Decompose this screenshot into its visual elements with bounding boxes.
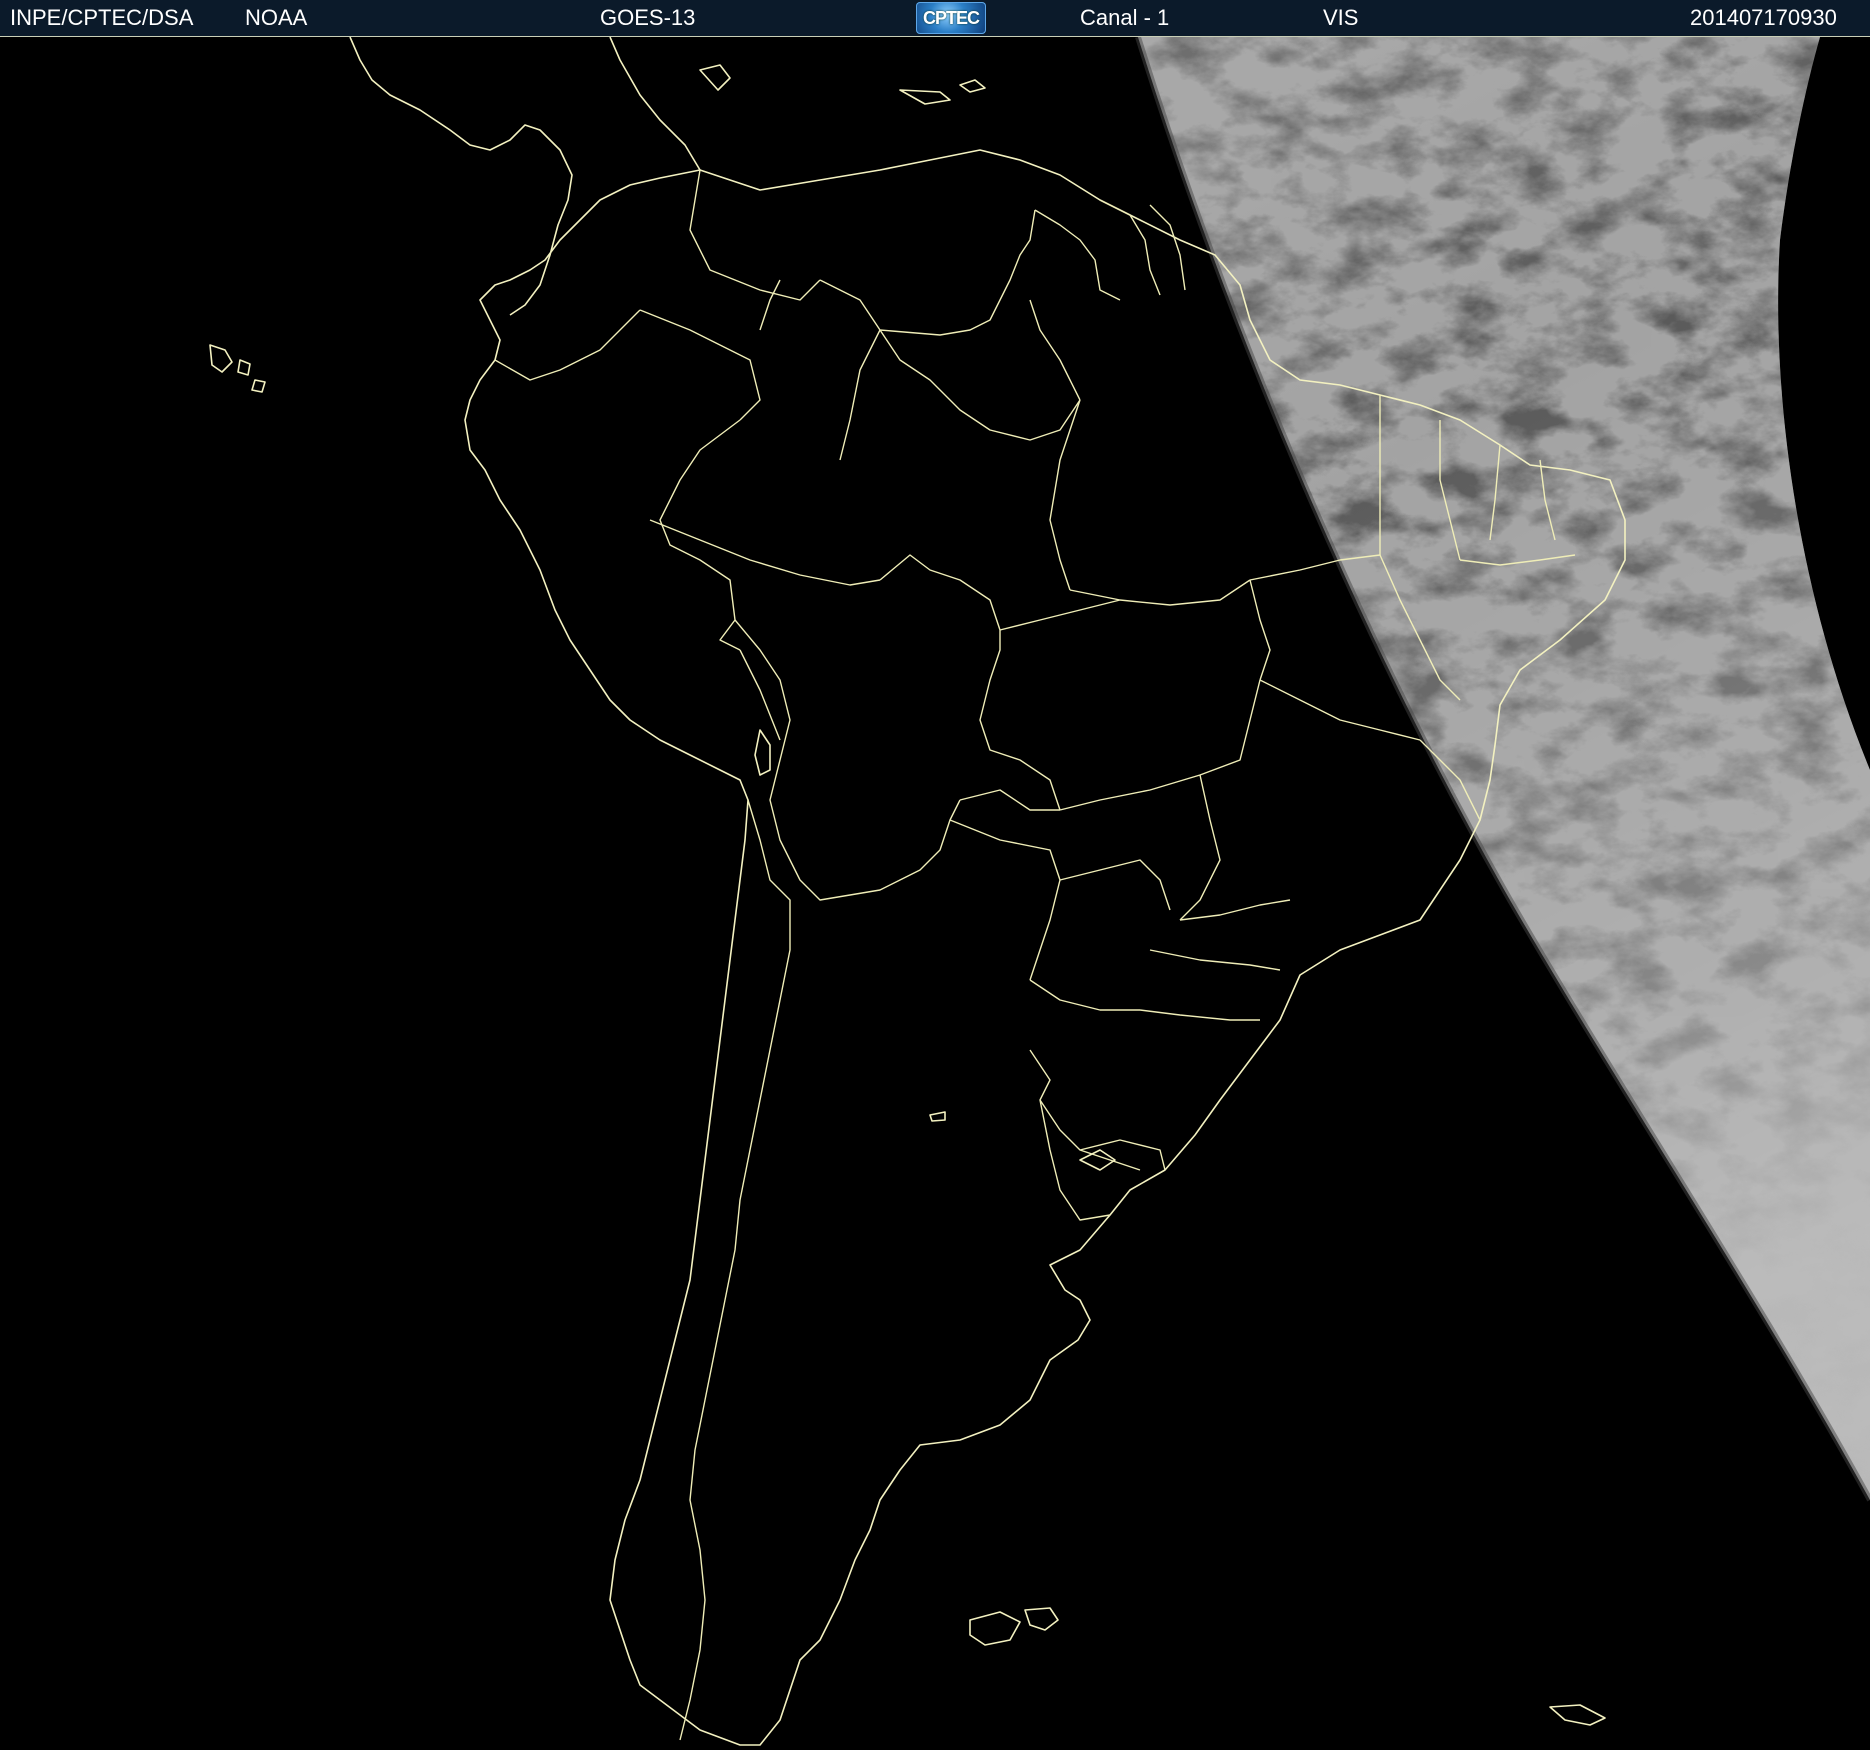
header-bar: INPE/CPTEC/DSA NOAA GOES-13 CPTEC Canal …	[0, 0, 1870, 37]
satellite-image	[0, 37, 1870, 1750]
channel-label: Canal - 1	[1080, 5, 1170, 30]
cptec-logo-icon: CPTEC	[916, 2, 986, 34]
day-side-region	[1135, 37, 1870, 1502]
map-canvas	[209, 37, 1870, 1746]
satellite-label: GOES-13	[600, 5, 696, 30]
lakes	[754, 729, 1116, 1171]
agency-label: NOAA	[245, 5, 308, 30]
band-label: VIS	[1323, 5, 1359, 30]
logo-text: CPTEC	[922, 8, 980, 28]
timestamp-label: 201407170930	[1690, 5, 1837, 30]
organization-label: INPE/CPTEC/DSA	[10, 5, 194, 30]
